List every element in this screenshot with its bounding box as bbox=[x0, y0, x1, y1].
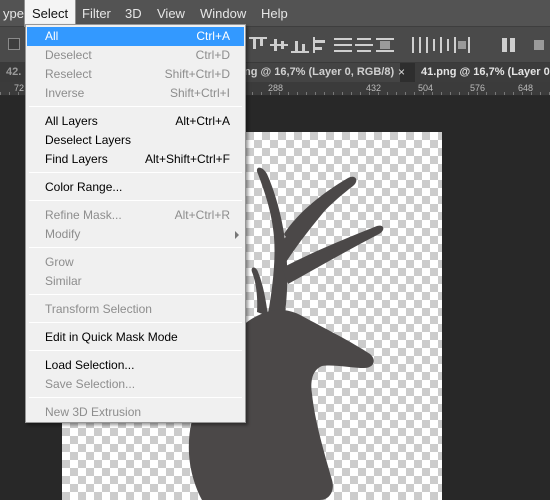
menu-item-shortcut: Shift+Ctrl+D bbox=[164, 67, 230, 81]
menu-item-label: Load Selection... bbox=[45, 358, 135, 372]
menu-separator bbox=[29, 106, 242, 107]
menu-item-label: New 3D Extrusion bbox=[45, 405, 142, 419]
menu-bar: ype Select Filter 3D View Window Help bbox=[0, 0, 550, 28]
menu-select[interactable]: Select bbox=[23, 0, 77, 28]
tab-close-icon[interactable]: × bbox=[398, 63, 405, 82]
distribute-top-icon[interactable] bbox=[334, 37, 352, 53]
menu-separator bbox=[29, 172, 242, 173]
menu-separator bbox=[29, 397, 242, 398]
menu-item-all-layers[interactable]: All Layers Alt+Ctrl+A bbox=[27, 112, 244, 131]
align-bottom-icon[interactable] bbox=[291, 37, 309, 53]
menu-item-grow[interactable]: Grow bbox=[27, 253, 244, 272]
menu-item-deselect-layers[interactable]: Deselect Layers bbox=[27, 131, 244, 150]
menu-item-modify[interactable]: Modify bbox=[27, 225, 244, 244]
ruler-label: 72 bbox=[14, 83, 25, 93]
menu-help[interactable]: Help bbox=[254, 0, 295, 27]
menu-item-inverse[interactable]: Inverse Shift+Ctrl+I bbox=[27, 84, 244, 103]
mode-3d-icon[interactable] bbox=[532, 37, 550, 53]
ruler-label: 288 bbox=[268, 83, 284, 93]
menu-separator bbox=[29, 322, 242, 323]
menu-item-save-selection[interactable]: Save Selection... bbox=[27, 375, 244, 394]
menu-item-label: Inverse bbox=[45, 86, 85, 100]
menu-item-reselect[interactable]: Reselect Shift+Ctrl+D bbox=[27, 65, 244, 84]
menu-item-all[interactable]: All Ctrl+A bbox=[27, 27, 244, 46]
tab-current-document[interactable]: ng @ 16,7% (Layer 0, RGB/8) bbox=[238, 63, 401, 82]
menu-item-transform-selection[interactable]: Transform Selection bbox=[27, 300, 244, 319]
menu-item-find-layers[interactable]: Find Layers Alt+Shift+Ctrl+F bbox=[27, 150, 244, 169]
menu-item-refine-mask[interactable]: Refine Mask... Alt+Ctrl+R bbox=[27, 206, 244, 225]
menu-item-label: All Layers bbox=[45, 114, 98, 128]
menu-item-color-range[interactable]: Color Range... bbox=[27, 178, 244, 197]
menu-item-similar[interactable]: Similar bbox=[27, 272, 244, 291]
ruler-label: 576 bbox=[470, 83, 486, 93]
menu-item-shortcut: Alt+Ctrl+A bbox=[175, 114, 230, 128]
submenu-arrow-icon bbox=[235, 231, 239, 239]
menu-item-label: Refine Mask... bbox=[45, 208, 122, 222]
tab-41-png[interactable]: 41.png @ 16,7% (Layer 0 bbox=[415, 63, 550, 82]
tab-42-png[interactable]: 42. bbox=[0, 63, 28, 82]
distribute-bottom-icon[interactable] bbox=[376, 37, 394, 53]
menu-separator bbox=[29, 247, 242, 248]
menu-item-label: Deselect bbox=[45, 48, 92, 62]
menu-item-new-3d-extrusion[interactable]: New 3D Extrusion bbox=[27, 403, 244, 422]
menu-item-label: Transform Selection bbox=[45, 302, 152, 316]
menu-item-quick-mask[interactable]: Edit in Quick Mask Mode bbox=[27, 328, 244, 347]
menu-item-shortcut: Ctrl+A bbox=[196, 29, 230, 43]
menu-window[interactable]: Window bbox=[193, 0, 253, 27]
menu-separator bbox=[29, 200, 242, 201]
menu-item-deselect[interactable]: Deselect Ctrl+D bbox=[27, 46, 244, 65]
menu-item-label: Edit in Quick Mask Mode bbox=[45, 330, 178, 344]
menu-item-label: Similar bbox=[45, 274, 82, 288]
menu-item-shortcut: Alt+Ctrl+R bbox=[174, 208, 230, 222]
menu-view[interactable]: View bbox=[150, 0, 192, 27]
menu-item-shortcut: Ctrl+D bbox=[195, 48, 230, 62]
auto-align-icon[interactable] bbox=[500, 37, 518, 53]
menu-item-label: Modify bbox=[45, 227, 81, 241]
menu-item-label: Find Layers bbox=[45, 152, 108, 166]
menu-item-label: Grow bbox=[45, 255, 74, 269]
ruler-label: 504 bbox=[418, 83, 434, 93]
select-menu-dropdown: All Ctrl+A Deselect Ctrl+D Reselect Shif… bbox=[25, 24, 246, 423]
menu-separator bbox=[29, 294, 242, 295]
menu-item-shortcut: Shift+Ctrl+I bbox=[169, 86, 230, 100]
menu-item-label: Deselect Layers bbox=[45, 133, 132, 147]
distribute-right-icon[interactable] bbox=[453, 37, 471, 53]
ruler-label: 648 bbox=[518, 83, 534, 93]
menu-filter[interactable]: Filter bbox=[75, 0, 118, 27]
align-vcenter-icon[interactable] bbox=[270, 37, 288, 53]
menu-item-label: Save Selection... bbox=[45, 377, 136, 391]
align-top-icon[interactable] bbox=[249, 37, 267, 53]
menu-item-shortcut: Alt+Shift+Ctrl+F bbox=[144, 152, 230, 166]
distribute-vcenter-icon[interactable] bbox=[355, 37, 373, 53]
distribute-left-icon[interactable] bbox=[411, 37, 429, 53]
menu-3d[interactable]: 3D bbox=[118, 0, 149, 27]
ruler-label: 432 bbox=[366, 83, 382, 93]
menu-item-label: Reselect bbox=[45, 67, 92, 81]
menu-separator bbox=[29, 350, 242, 351]
distribute-hcenter-icon[interactable] bbox=[432, 37, 450, 53]
auto-select-checkbox[interactable] bbox=[8, 38, 20, 50]
menu-item-label: Color Range... bbox=[45, 180, 123, 194]
menu-item-label: All bbox=[45, 29, 59, 43]
align-left-icon[interactable] bbox=[312, 37, 330, 53]
menu-item-load-selection[interactable]: Load Selection... bbox=[27, 356, 244, 375]
